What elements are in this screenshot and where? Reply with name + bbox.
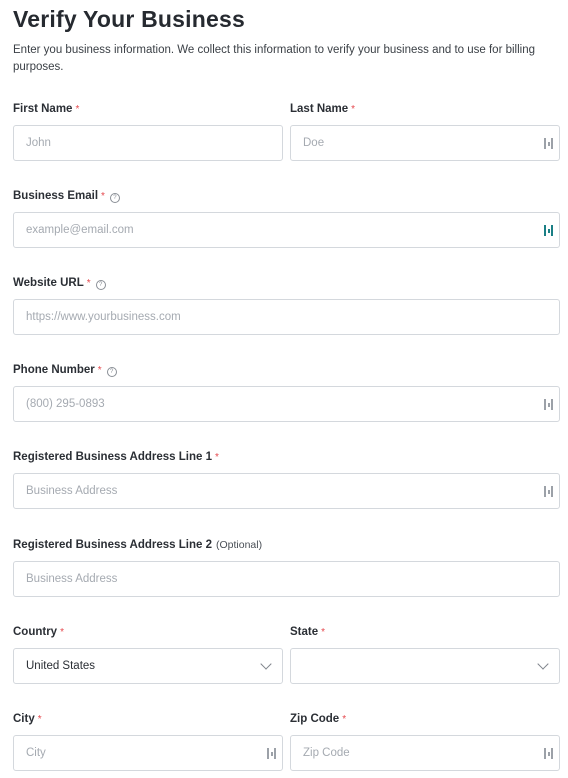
first-name-field[interactable] bbox=[13, 125, 283, 161]
business-email-input[interactable] bbox=[14, 213, 559, 247]
state-label: State * bbox=[290, 626, 326, 638]
phone-number-field[interactable] bbox=[13, 386, 560, 422]
required-marker: * bbox=[101, 191, 105, 202]
optional-marker: (Optional) bbox=[215, 539, 263, 551]
zip-code-input[interactable] bbox=[291, 736, 559, 770]
address-line2-input[interactable] bbox=[14, 562, 559, 596]
chevron-down-icon bbox=[537, 658, 549, 670]
page-title: Verify Your Business bbox=[13, 6, 245, 32]
first-name-label: First Name * bbox=[13, 103, 80, 115]
country-select[interactable]: United States bbox=[13, 648, 283, 684]
city-input[interactable] bbox=[14, 736, 282, 770]
address-line1-input[interactable] bbox=[14, 474, 559, 508]
required-marker: * bbox=[37, 714, 42, 725]
password-manager-icon[interactable] bbox=[267, 748, 277, 759]
last-name-input[interactable] bbox=[291, 126, 559, 160]
required-marker: * bbox=[342, 714, 347, 725]
address-line2-field[interactable] bbox=[13, 561, 560, 597]
required-marker: * bbox=[60, 627, 64, 638]
zip-code-field[interactable] bbox=[290, 735, 560, 771]
first-name-input[interactable] bbox=[14, 126, 282, 160]
page-description: Enter you business information. We colle… bbox=[13, 44, 536, 73]
city-label: City * bbox=[13, 713, 42, 725]
chevron-down-icon bbox=[260, 658, 272, 670]
password-manager-icon[interactable] bbox=[544, 138, 554, 149]
website-url-input[interactable] bbox=[14, 300, 559, 334]
website-url-label: Website URL *? bbox=[13, 277, 106, 290]
business-email-label: Business Email *? bbox=[13, 190, 120, 203]
website-url-field[interactable] bbox=[13, 299, 560, 335]
password-manager-icon[interactable] bbox=[544, 748, 554, 759]
help-circle-icon[interactable]: ? bbox=[106, 367, 117, 377]
address-line1-label: Registered Business Address Line 1 * bbox=[13, 451, 219, 463]
help-circle-icon[interactable]: ? bbox=[109, 193, 120, 203]
required-marker: * bbox=[97, 365, 102, 376]
last-name-field[interactable] bbox=[290, 125, 560, 161]
address-line2-label: Registered Business Address Line 2 (Optio… bbox=[13, 539, 263, 551]
required-marker: * bbox=[86, 278, 91, 289]
password-manager-icon[interactable] bbox=[544, 225, 554, 236]
country-selected-value: United States bbox=[26, 660, 96, 672]
required-marker: * bbox=[75, 104, 80, 115]
phone-number-label: Phone Number *? bbox=[13, 364, 117, 377]
phone-number-input[interactable] bbox=[14, 387, 559, 421]
city-field[interactable] bbox=[13, 735, 283, 771]
zip-code-label: Zip Code * bbox=[290, 713, 347, 725]
password-manager-icon[interactable] bbox=[544, 486, 554, 497]
required-marker: * bbox=[351, 104, 356, 115]
business-email-field[interactable] bbox=[13, 212, 560, 248]
required-marker: * bbox=[321, 627, 326, 638]
state-select[interactable] bbox=[290, 648, 560, 684]
password-manager-icon[interactable] bbox=[544, 399, 554, 410]
country-label: Country * bbox=[13, 626, 64, 638]
last-name-label: Last Name * bbox=[290, 103, 356, 115]
required-marker: * bbox=[214, 452, 219, 463]
help-circle-icon[interactable]: ? bbox=[95, 280, 106, 290]
address-line1-field[interactable] bbox=[13, 473, 560, 509]
